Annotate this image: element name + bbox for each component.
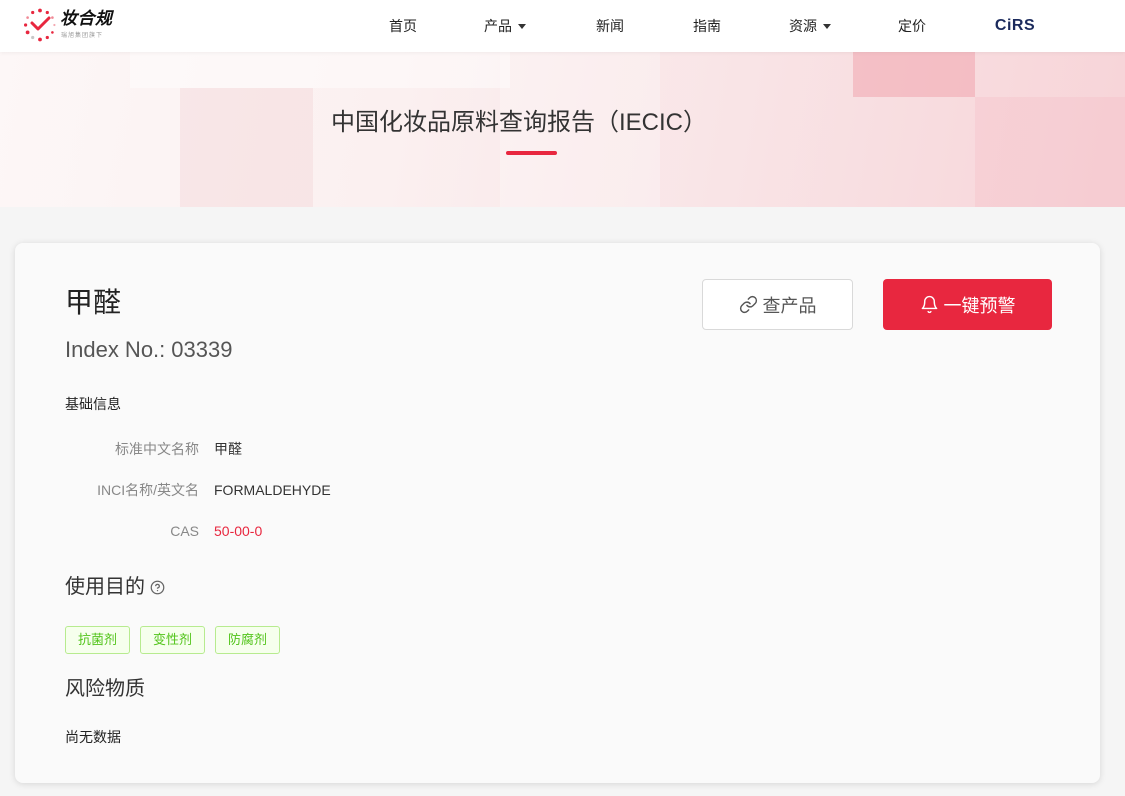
- risk-title: 风险物质: [65, 678, 145, 700]
- nav-item-resources[interactable]: 资源: [789, 0, 831, 52]
- basic-info-title: 基础信息: [65, 396, 121, 412]
- hero-decor-block: [853, 52, 975, 97]
- link-icon: [739, 295, 757, 314]
- field-row-inci-name: INCI名称/英文名 FORMALDEHYDE: [15, 480, 615, 500]
- field-label: CAS: [170, 523, 199, 539]
- alert-label: 一键预警: [943, 295, 1016, 316]
- top-navbar: 妆合规 瑞旭集团旗下 首页 产品 新闻 指南 资源 定价 CiRS: [0, 0, 1125, 52]
- nav-item-guides[interactable]: 指南: [693, 0, 721, 52]
- nav-item-news[interactable]: 新闻: [596, 0, 624, 52]
- purpose-section-title: 使用目的: [65, 573, 165, 601]
- caret-down-icon: [823, 23, 831, 29]
- nav-item-home[interactable]: 首页: [389, 0, 417, 52]
- nav-item-label: 资源: [789, 18, 817, 34]
- ingredient-name: 甲醛: [65, 287, 122, 318]
- nav-item-label: 首页: [389, 18, 417, 34]
- bell-icon: [921, 295, 937, 314]
- hero-decor-block: [130, 52, 510, 88]
- alert-button[interactable]: 一键预警: [883, 279, 1052, 330]
- risk-empty-text: 尚无数据: [65, 729, 121, 745]
- nav-item-pricing[interactable]: 定价: [898, 0, 926, 52]
- logo-icon: [24, 8, 56, 42]
- hero-banner: 中国化妆品原料查询报告（IECIC）: [0, 52, 1125, 207]
- nav-item-products[interactable]: 产品: [484, 0, 526, 52]
- nav-item-label: 定价: [898, 18, 926, 34]
- title-underline: [506, 151, 557, 155]
- ingredient-card: 甲醛 Index No.: 03339 查产品 一键预警 基础信息 标准中文名称 …: [15, 243, 1100, 783]
- nav-item-label: 指南: [693, 18, 721, 34]
- cirs-brand-link[interactable]: CiRS: [995, 0, 1035, 52]
- field-row-cas: CAS 50-00-0: [15, 521, 615, 541]
- field-row-standard-name: 标准中文名称 甲醛: [15, 439, 615, 459]
- purpose-tag: 抗菌剂: [65, 626, 131, 654]
- caret-down-icon: [518, 23, 526, 29]
- logo-text: 妆合规: [60, 9, 113, 28]
- page-title: 中国化妆品原料查询报告（IECIC）: [331, 109, 708, 136]
- field-label: 标准中文名称: [115, 441, 199, 457]
- field-label: INCI名称/英文名: [97, 482, 199, 498]
- hero-decor-block: [975, 97, 1125, 207]
- index-label: Index No.:: [65, 337, 166, 362]
- purpose-title: 使用目的: [65, 576, 145, 598]
- field-value: 甲醛: [214, 441, 242, 457]
- hero-decor-block: [180, 88, 313, 207]
- search-products-button[interactable]: 查产品: [702, 279, 853, 330]
- index-value: 03339: [171, 337, 233, 362]
- purpose-tags: 抗菌剂 变性剂 防腐剂: [65, 626, 281, 654]
- site-logo[interactable]: 妆合规 瑞旭集团旗下: [22, 6, 134, 46]
- question-circle-icon[interactable]: [150, 580, 165, 595]
- nav-item-label: 新闻: [596, 18, 624, 34]
- search-products-label: 查产品: [762, 295, 817, 316]
- index-number: Index No.: 03339: [65, 336, 232, 364]
- purpose-tag: 防腐剂: [215, 626, 281, 654]
- nav-item-label: 产品: [484, 18, 512, 34]
- purpose-tag: 变性剂: [140, 626, 206, 654]
- logo-tagline: 瑞旭集团旗下: [61, 33, 104, 39]
- field-value: FORMALDEHYDE: [214, 482, 331, 498]
- cas-number-link[interactable]: 50-00-0: [214, 521, 262, 541]
